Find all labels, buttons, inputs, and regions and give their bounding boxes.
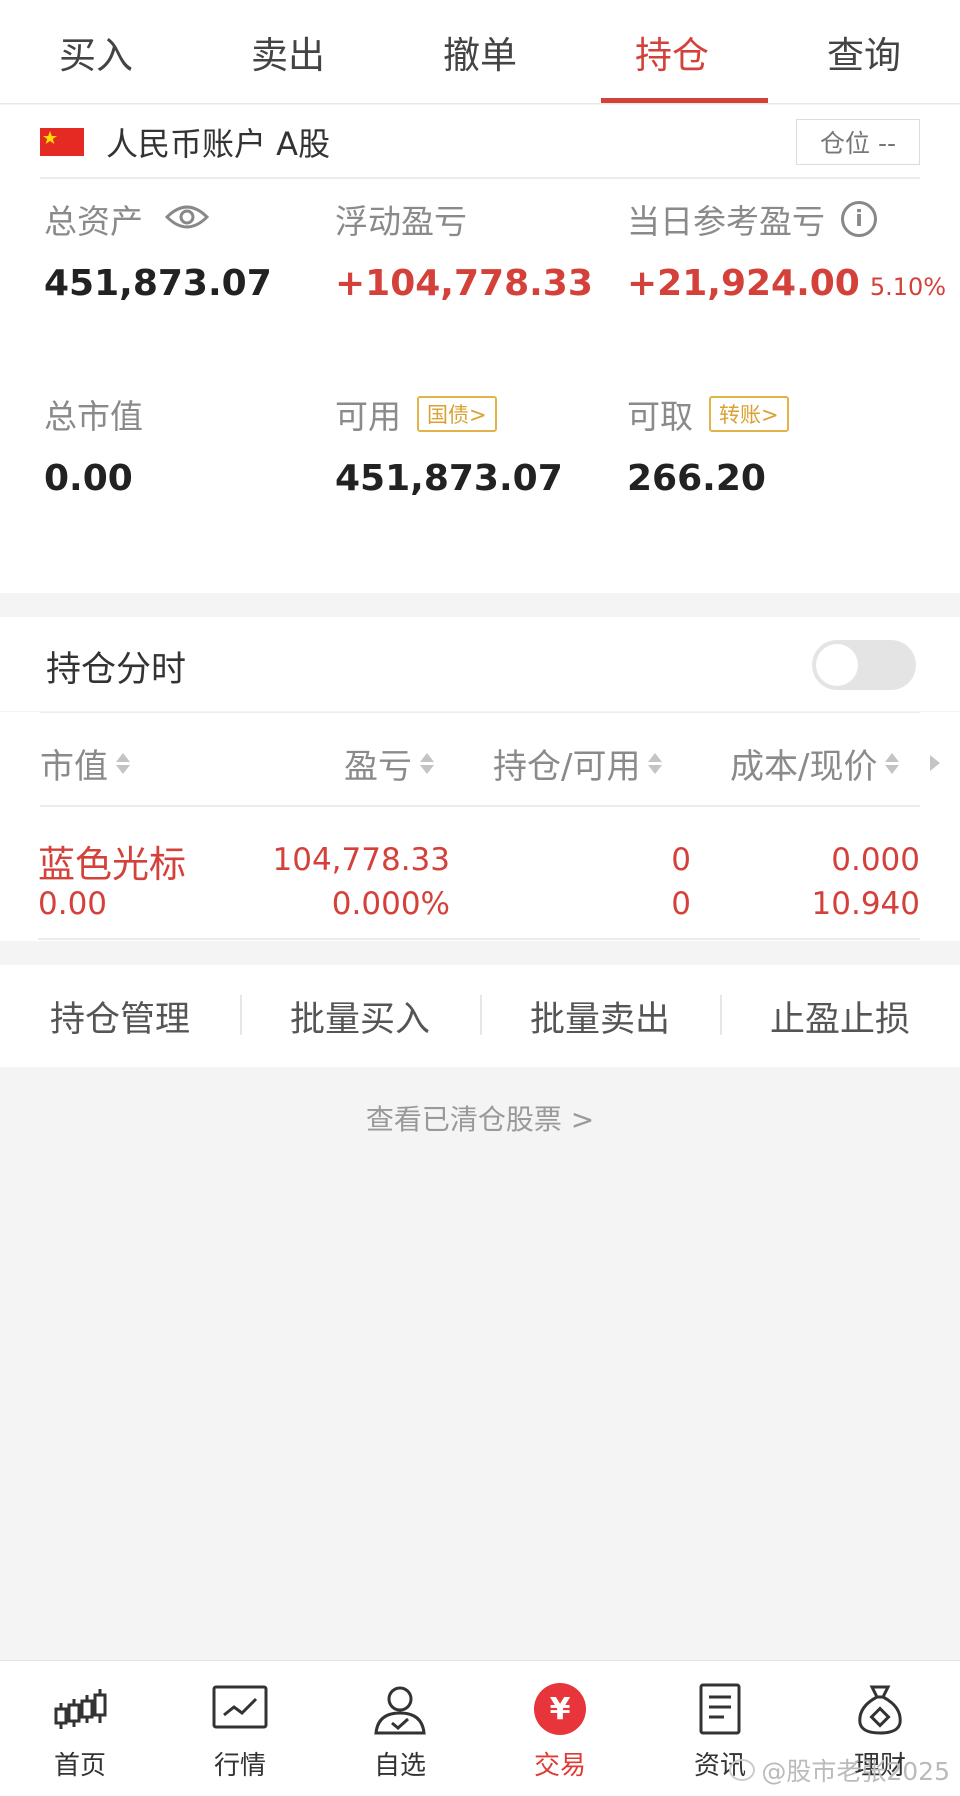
- available-label: 可用: [335, 397, 401, 436]
- weibo-icon: [729, 1759, 756, 1781]
- document-icon: [699, 1683, 741, 1735]
- stock-pnl: 104,778.33: [272, 842, 451, 878]
- withdrawable-value: 266.20: [627, 458, 766, 499]
- column-label: 市值: [40, 747, 108, 787]
- cleared-stocks-link[interactable]: 查看已清仓股票 >: [0, 1098, 960, 1138]
- stock-price: 10.940: [811, 886, 920, 922]
- column-position-available[interactable]: 持仓/可用: [493, 739, 663, 788]
- sort-icon: [420, 753, 434, 774]
- top-tabs: 买入 卖出 撤单 持仓 查询: [0, 0, 960, 104]
- chart-icon: [212, 1685, 268, 1729]
- china-flag-icon: [40, 128, 84, 156]
- table-header: 市值 盈亏 持仓/可用 成本/现价: [40, 712, 940, 807]
- holdings-table: 市值 盈亏 持仓/可用 成本/现价 蓝色光标 0.00 104,778.33 0…: [0, 712, 960, 941]
- total-assets-value: 451,873.07: [44, 263, 272, 304]
- account-summary: 人民币账户 A股 仓位 -- 总资产 451,873.07 浮动盈亏 +104,…: [0, 105, 960, 593]
- money-bag-icon: [858, 1685, 902, 1735]
- batch-sell-button[interactable]: 批量卖出: [480, 991, 720, 1042]
- tab-sell[interactable]: 卖出: [192, 0, 384, 103]
- withdrawable-funds: 可取 转账> 266.20: [627, 390, 789, 499]
- column-cost-price[interactable]: 成本/现价: [730, 739, 900, 788]
- withdrawable-label: 可取: [627, 397, 693, 436]
- tab-buy[interactable]: 买入: [0, 0, 192, 103]
- account-name: 人民币账户 A股: [106, 125, 331, 163]
- batch-buy-button[interactable]: 批量买入: [240, 991, 480, 1042]
- stock-available: 0: [671, 886, 691, 922]
- position-timeline-row: 持仓分时: [0, 617, 960, 711]
- position-management-button[interactable]: 持仓管理: [0, 991, 240, 1042]
- nav-label: 行情: [213, 1751, 266, 1781]
- user-check-icon: [374, 1686, 426, 1735]
- watermark-text: @股市老张2025: [761, 1757, 950, 1786]
- column-label: 成本/现价: [730, 747, 878, 787]
- daily-pnl-percent: 5.10%: [869, 273, 947, 301]
- column-label: 盈亏: [344, 747, 412, 787]
- available-value: 451,873.07: [335, 458, 563, 499]
- yen-icon: ¥: [534, 1683, 586, 1735]
- stock-pnl-percent: 0.000%: [331, 886, 450, 922]
- floating-pnl: 浮动盈亏 +104,778.33: [335, 195, 593, 304]
- column-label: 持仓/可用: [493, 747, 641, 787]
- daily-pnl-label: 当日参考盈亏: [627, 202, 825, 241]
- market-value-value: 0.00: [44, 458, 133, 499]
- sort-icon: [648, 753, 663, 774]
- daily-pnl-value: +21,924.00: [627, 263, 860, 304]
- position-timeline-title: 持仓分时: [46, 650, 187, 690]
- nav-label: 自选: [373, 1751, 426, 1781]
- account-header: 人民币账户 A股 仓位 --: [40, 105, 920, 179]
- total-assets-label: 总资产: [44, 202, 143, 241]
- treasury-bond-button[interactable]: 国债>: [417, 396, 497, 432]
- floating-pnl-value: +104,778.33: [335, 263, 593, 304]
- stock-position: 0: [671, 842, 691, 878]
- nav-market[interactable]: 行情: [160, 1661, 320, 1796]
- column-market-value[interactable]: 市值: [40, 739, 130, 788]
- nav-label: 首页: [53, 1751, 106, 1781]
- tab-query[interactable]: 查询: [768, 0, 960, 103]
- sort-icon: [885, 753, 900, 774]
- info-icon[interactable]: i: [841, 201, 877, 237]
- transfer-button[interactable]: 转账>: [709, 396, 789, 432]
- column-pnl[interactable]: 盈亏: [344, 739, 434, 788]
- nav-label: 交易: [533, 1751, 586, 1781]
- stock-name: 蓝色光标: [38, 843, 186, 886]
- toggle-knob: [816, 644, 858, 686]
- tab-cancel[interactable]: 撤单: [384, 0, 576, 103]
- scroll-right-icon[interactable]: [930, 755, 940, 771]
- eye-icon[interactable]: [164, 200, 210, 239]
- watermark: @股市老张2025: [729, 1752, 950, 1788]
- nav-trade[interactable]: ¥ 交易: [480, 1661, 640, 1796]
- daily-pnl: 当日参考盈亏 i +21,924.00 5.10%: [627, 195, 946, 304]
- position-timeline-toggle[interactable]: [812, 640, 916, 690]
- take-profit-stop-loss-button[interactable]: 止盈止损: [720, 991, 960, 1042]
- sort-icon: [116, 753, 130, 774]
- table-row[interactable]: 蓝色光标 0.00 104,778.33 0.000% 0 0 0.000 10…: [38, 808, 920, 940]
- floating-pnl-label: 浮动盈亏: [335, 202, 467, 241]
- nav-watchlist[interactable]: 自选: [320, 1661, 480, 1796]
- market-value: 总市值 0.00: [44, 390, 143, 499]
- total-assets: 总资产 451,873.07: [44, 195, 272, 304]
- tab-positions[interactable]: 持仓: [576, 0, 769, 103]
- stock-market-value: 0.00: [38, 886, 108, 922]
- nav-home[interactable]: 首页: [0, 1661, 160, 1796]
- market-value-label: 总市值: [44, 397, 143, 436]
- candlestick-icon: [54, 1689, 107, 1729]
- stock-cost: 0.000: [831, 842, 920, 878]
- position-actions: 持仓管理 批量买入 批量卖出 止盈止损: [0, 965, 960, 1067]
- available-funds: 可用 国债> 451,873.07: [335, 390, 563, 499]
- position-button[interactable]: 仓位 --: [796, 119, 920, 165]
